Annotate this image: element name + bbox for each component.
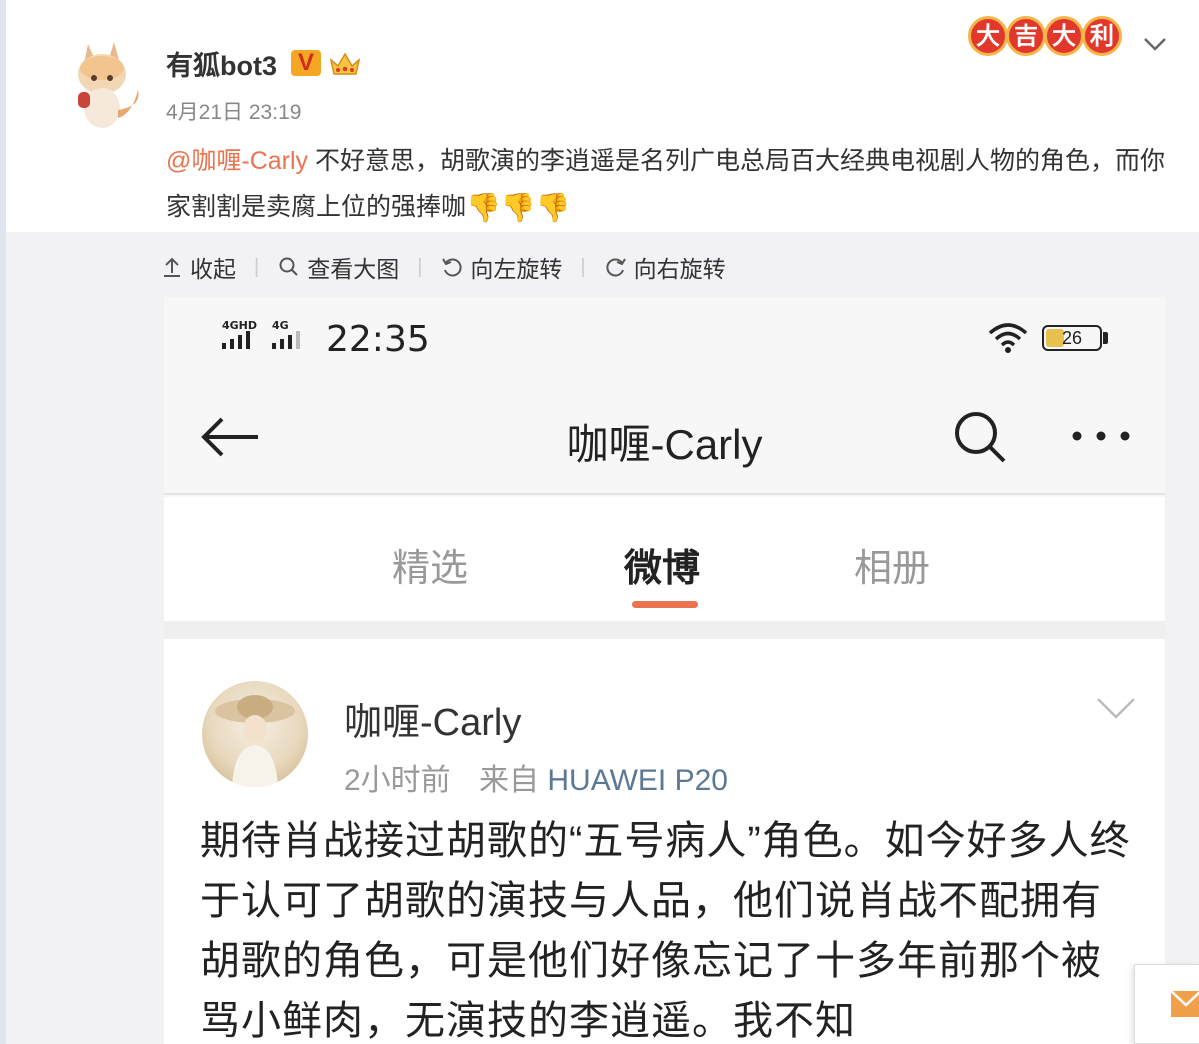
- network-label-2: 4G: [272, 319, 289, 332]
- weibo-post: 有狐bot3 V 4月21日 23:19 大 吉 大 利 @咖喱-Carly 不…: [6, 0, 1199, 232]
- battery-level: 26: [1061, 328, 1083, 348]
- card-source-label: 来自: [479, 764, 540, 797]
- card-time: 2小时前: [344, 764, 451, 797]
- collapse-button[interactable]: 收起: [160, 250, 236, 284]
- magnifier-icon: [279, 257, 298, 276]
- phone-status-bar: 4GHD 4G 22:35 26: [164, 297, 1165, 381]
- rotate-right-button[interactable]: 向右旋转: [604, 250, 726, 284]
- attached-screenshot[interactable]: 4GHD 4G 22:35 26 咖喱-Carly 精选 微博 相册 咖喱-Ca…: [164, 297, 1165, 1044]
- network-label-1: 4GHD: [222, 319, 257, 332]
- collapse-icon: [164, 257, 180, 277]
- tab-featured[interactable]: 精选: [392, 537, 468, 592]
- fox-avatar-icon[interactable]: [58, 34, 144, 134]
- thumbs-down-icon: 👎👎👎: [466, 192, 571, 224]
- wifi-icon: [986, 321, 1030, 360]
- rotate-right-icon: [606, 258, 626, 277]
- more-icon[interactable]: [1070, 429, 1134, 448]
- weibo-card: 咖喱-Carly 2小时前 来自 HUAWEI P20 期待肖战接过胡歌的“五号…: [164, 639, 1165, 1044]
- search-icon[interactable]: [952, 409, 1008, 470]
- festive-badge[interactable]: 大 吉 大 利: [968, 16, 1122, 56]
- festive-char: 吉: [1006, 16, 1046, 56]
- rotate-left-icon: [442, 258, 463, 277]
- collapse-label: 收起: [190, 256, 236, 282]
- card-meta: 2小时前 来自 HUAWEI P20: [344, 755, 728, 799]
- signal-icon: 4GHD 4G: [220, 319, 320, 358]
- toolbar-separator: |: [417, 255, 423, 278]
- mail-icon: [1170, 990, 1199, 1017]
- verified-badge-icon[interactable]: V: [291, 50, 321, 76]
- floating-message-button[interactable]: [1134, 964, 1199, 1044]
- section-divider: [164, 621, 1165, 639]
- image-toolbar: 收起 | 查看大图 | 向左旋转 | 向右旋转: [160, 250, 726, 284]
- festive-char: 大: [968, 16, 1008, 56]
- card-device: HUAWEI P20: [547, 764, 728, 797]
- tab-album[interactable]: 相册: [854, 537, 930, 592]
- crown-icon[interactable]: [328, 50, 362, 78]
- festive-char: 大: [1044, 16, 1084, 56]
- post-body: @咖喱-Carly 不好意思，胡歌演的李逍遥是名列广电总局百大经典电视剧人物的角…: [166, 138, 1166, 230]
- toolbar-separator: |: [580, 255, 586, 278]
- rotate-left-label: 向左旋转: [470, 256, 563, 282]
- user-avatar[interactable]: [202, 681, 308, 787]
- active-tab-indicator: [632, 601, 698, 608]
- mention-link[interactable]: @咖喱-Carly: [166, 147, 308, 175]
- card-text: 期待肖战接过胡歌的“五号病人”角色。如今好多人终于认可了胡歌的演技与人品，他们说…: [200, 819, 1131, 1043]
- rotate-right-label: 向右旋转: [633, 256, 726, 282]
- view-large-label: 查看大图: [307, 256, 400, 282]
- profile-tabs: 精选 微博 相册: [164, 497, 1165, 621]
- rotate-left-button[interactable]: 向左旋转: [440, 250, 562, 284]
- tab-weibo[interactable]: 微博: [624, 537, 700, 592]
- festive-char: 利: [1082, 16, 1122, 56]
- profile-title: 咖喱-Carly: [566, 421, 763, 468]
- post-username[interactable]: 有狐bot3: [166, 44, 277, 83]
- battery-icon: 26: [1042, 325, 1102, 351]
- view-large-button[interactable]: 查看大图: [277, 250, 399, 284]
- toolbar-separator: |: [254, 255, 260, 278]
- battery-tip: [1103, 332, 1108, 344]
- chevron-down-icon[interactable]: [1142, 34, 1168, 54]
- post-timestamp[interactable]: 4月21日 23:19: [166, 96, 301, 126]
- card-username[interactable]: 咖喱-Carly: [344, 691, 521, 746]
- post-text: 不好意思，胡歌演的李逍遥是名列广电总局百大经典电视剧人物的角色，而你家割割是卖腐…: [166, 147, 1165, 221]
- chevron-down-icon[interactable]: [1096, 695, 1136, 726]
- phone-clock: 22:35: [326, 319, 430, 360]
- profile-nav-bar: 咖喱-Carly: [164, 381, 1165, 495]
